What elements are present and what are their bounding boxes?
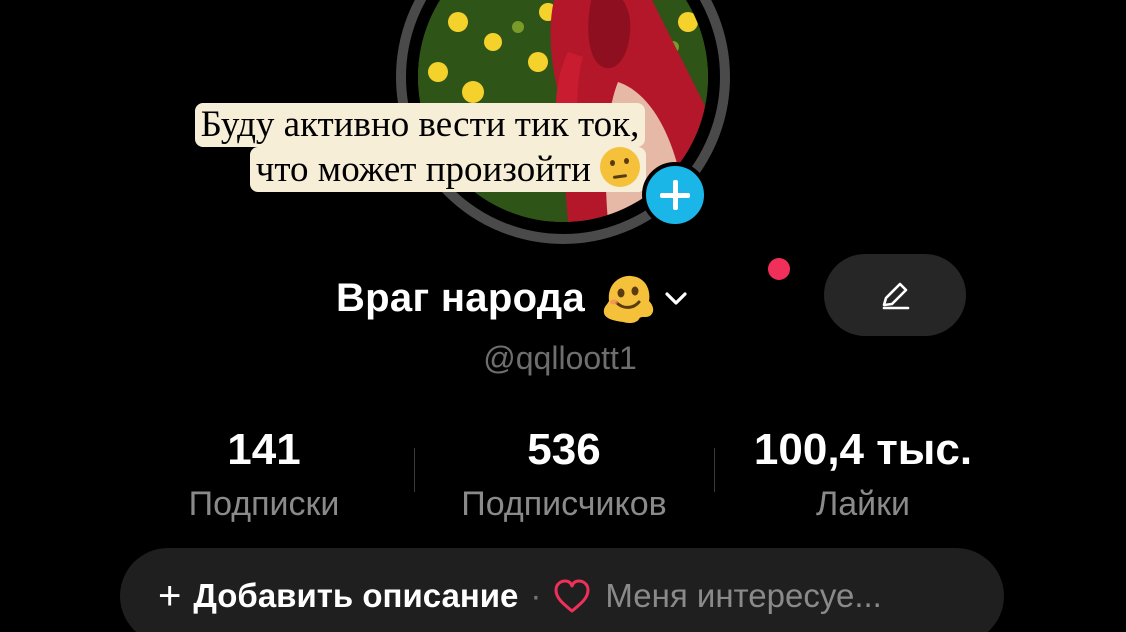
caption-line-1: Буду активно вести тик ток, (194, 103, 646, 147)
profile-screen: Буду активно вести тик ток, что может пр… (0, 0, 1126, 632)
followers-stat[interactable]: 536 Подписчиков (430, 424, 698, 526)
interests-button[interactable]: Меня интересуе... (605, 577, 881, 615)
username: @qqlloott1 (483, 340, 637, 376)
following-count: 141 (227, 425, 301, 474)
edit-profile-button[interactable] (824, 254, 966, 336)
likes-label: Лайки (815, 485, 911, 523)
plus-icon: + (158, 574, 182, 618)
chevron-down-icon[interactable] (663, 285, 689, 311)
thinking-face-icon (600, 147, 641, 187)
following-stat[interactable]: 141 Подписки (152, 424, 376, 526)
likes-count: 100,4 тыс. (753, 425, 973, 474)
pencil-icon (882, 282, 910, 310)
melting-face-icon (599, 269, 657, 327)
caption-line-2-text: что может произойти (255, 149, 591, 190)
likes-stat[interactable]: 100,4 тыс. Лайки (722, 424, 1004, 526)
stat-divider (414, 448, 415, 492)
bio-separator: · (530, 577, 542, 614)
display-name: Враг народа (336, 275, 586, 320)
following-label: Подписки (188, 485, 340, 523)
bio-bar[interactable]: + Добавить описание · Меня интересуе... (120, 548, 1004, 632)
followers-label: Подписчиков (461, 485, 667, 523)
stat-divider (714, 448, 715, 492)
notification-dot (768, 258, 790, 280)
caption-line-2: что может произойти (249, 147, 647, 192)
add-description-button[interactable]: Добавить описание (193, 577, 518, 615)
followers-count: 536 (527, 425, 601, 474)
add-story-button[interactable] (642, 162, 708, 228)
heart-icon (554, 579, 590, 613)
name-row[interactable]: Враг народа (336, 268, 689, 328)
